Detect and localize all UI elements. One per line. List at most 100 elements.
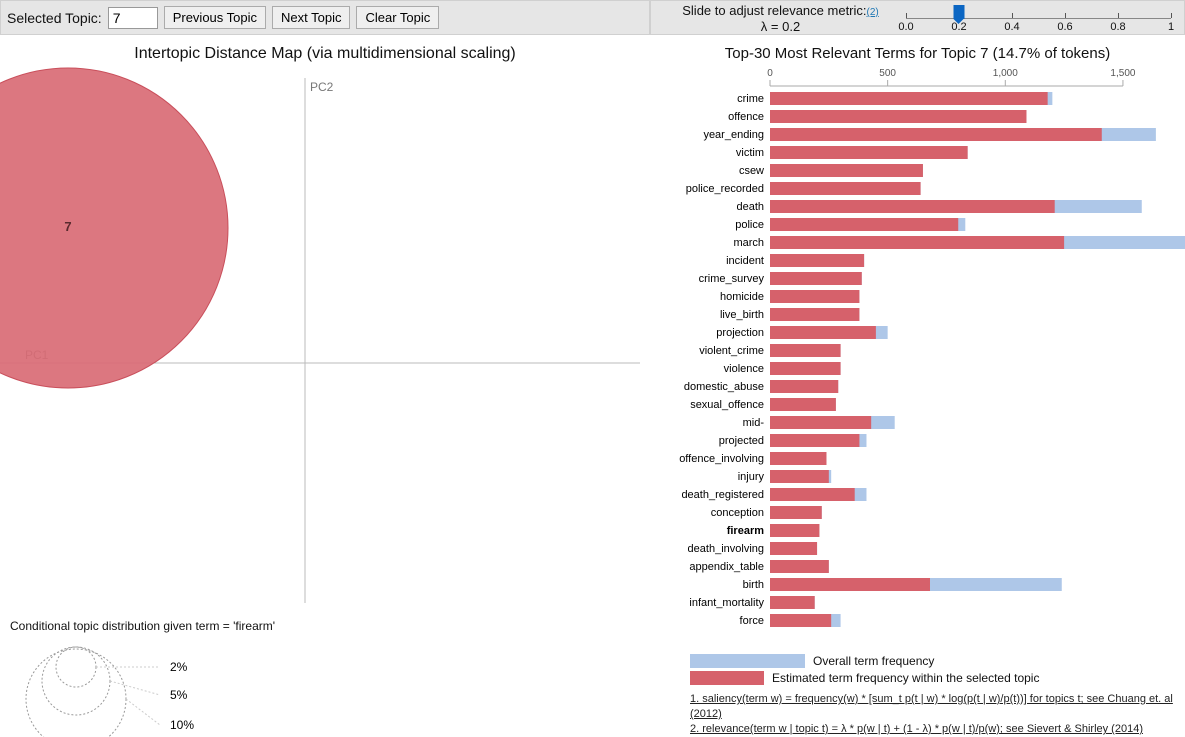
bar-within[interactable]: [770, 398, 836, 411]
intertopic-distance-map[interactable]: PC2 PC1 7: [0, 63, 650, 603]
bar-within[interactable]: [770, 596, 815, 609]
term-label[interactable]: infant_mortality: [689, 597, 764, 609]
term-label[interactable]: domestic_abuse: [684, 381, 764, 393]
term-label[interactable]: violent_crime: [699, 345, 764, 357]
term-label[interactable]: death: [736, 201, 764, 213]
guide-5pct: 5%: [170, 688, 188, 702]
bar-within[interactable]: [770, 308, 859, 321]
bar-within[interactable]: [770, 614, 831, 627]
bar-within[interactable]: [770, 92, 1048, 105]
slider-tick-label: 0.6: [1057, 21, 1072, 33]
slider-tick: [1065, 13, 1066, 18]
bar-within[interactable]: [770, 290, 859, 303]
bar-within[interactable]: [770, 434, 859, 447]
slider-tick: [1012, 13, 1013, 18]
term-label[interactable]: death_registered: [681, 489, 764, 501]
slider-footnote-ref[interactable]: (2): [867, 7, 879, 18]
term-label[interactable]: year_ending: [703, 129, 764, 141]
bar-within[interactable]: [770, 326, 876, 339]
term-label[interactable]: injury: [738, 471, 765, 483]
bar-within[interactable]: [770, 560, 829, 573]
terms-panel: Top-30 Most Relevant Terms for Topic 7 (…: [650, 35, 1185, 737]
slider-tick: [1118, 13, 1119, 18]
term-label[interactable]: live_birth: [720, 309, 764, 321]
clear-topic-button[interactable]: Clear Topic: [356, 6, 439, 29]
pc2-axis-label: PC2: [310, 80, 334, 94]
intertopic-title: Intertopic Distance Map (via multidimens…: [0, 45, 650, 63]
term-label[interactable]: sexual_offence: [690, 399, 764, 411]
term-label[interactable]: march: [733, 237, 764, 249]
term-label[interactable]: offence_involving: [679, 453, 764, 465]
bar-within[interactable]: [770, 416, 871, 429]
slider-thumb[interactable]: [954, 5, 965, 19]
term-label[interactable]: violence: [724, 363, 764, 375]
bar-within[interactable]: [770, 542, 817, 555]
term-label[interactable]: crime: [737, 93, 764, 105]
selected-topic-label: Selected Topic:: [7, 10, 102, 26]
svg-text:1,500: 1,500: [1110, 68, 1135, 79]
topic-circle[interactable]: [0, 68, 228, 388]
bar-within[interactable]: [770, 506, 822, 519]
bar-within[interactable]: [770, 524, 819, 537]
legend-label-overall: Overall term frequency: [813, 654, 934, 668]
intertopic-panel: Intertopic Distance Map (via multidimens…: [0, 35, 650, 737]
topic-controls: Selected Topic: Previous Topic Next Topi…: [0, 0, 650, 35]
bar-within[interactable]: [770, 146, 968, 159]
footnote-saliency[interactable]: 1. saliency(term w) = frequency(w) * [su…: [690, 692, 1185, 722]
term-label[interactable]: projected: [719, 435, 764, 447]
bar-within[interactable]: [770, 452, 826, 465]
bar-within[interactable]: [770, 344, 841, 357]
term-label[interactable]: birth: [743, 579, 764, 591]
term-label[interactable]: mid-: [743, 417, 765, 429]
term-label[interactable]: force: [740, 615, 764, 627]
term-label[interactable]: conception: [711, 507, 764, 519]
svg-text:1,000: 1,000: [993, 68, 1018, 79]
legend-swatch-within: [690, 671, 764, 685]
bar-within[interactable]: [770, 164, 923, 177]
lambda-slider[interactable]: 0.00.20.40.60.81: [906, 5, 1171, 33]
term-label[interactable]: police_recorded: [686, 183, 764, 195]
bar-within[interactable]: [770, 578, 930, 591]
svg-text:0: 0: [767, 68, 773, 79]
term-label[interactable]: crime_survey: [699, 273, 765, 285]
previous-topic-button[interactable]: Previous Topic: [164, 6, 266, 29]
bar-within[interactable]: [770, 488, 855, 501]
terms-bar-chart[interactable]: 0 500 1,000 1,500 crime offence year_endingvic…: [650, 62, 1185, 652]
bar-within[interactable]: [770, 200, 1055, 213]
footnote-relevance[interactable]: 2. relevance(term w | topic t) = λ * p(w…: [690, 722, 1185, 737]
svg-text:500: 500: [879, 68, 896, 79]
topic-circle-label: 7: [64, 219, 71, 234]
term-label[interactable]: police: [735, 219, 764, 231]
term-label[interactable]: csew: [739, 165, 764, 177]
next-topic-button[interactable]: Next Topic: [272, 6, 350, 29]
term-label[interactable]: offence: [728, 111, 764, 123]
term-label[interactable]: projection: [716, 327, 764, 339]
term-label[interactable]: death_involving: [688, 543, 764, 555]
terms-title: Top-30 Most Relevant Terms for Topic 7 (…: [650, 45, 1185, 62]
slider-tick-label: 0.8: [1110, 21, 1125, 33]
chart-footnotes: 1. saliency(term w) = frequency(w) * [su…: [690, 692, 1185, 737]
bar-within[interactable]: [770, 236, 1064, 249]
chart-legend: Overall term frequency Estimated term fr…: [690, 652, 1185, 686]
bar-within[interactable]: [770, 380, 838, 393]
bar-within[interactable]: [770, 272, 862, 285]
term-label[interactable]: incident: [726, 255, 764, 267]
term-label[interactable]: appendix_table: [689, 561, 764, 573]
term-label[interactable]: firearm: [727, 525, 765, 537]
bar-within[interactable]: [770, 470, 829, 483]
conditional-distribution-title: Conditional topic distribution given ter…: [10, 619, 275, 633]
bar-within[interactable]: [770, 128, 1102, 141]
bar-within[interactable]: [770, 254, 864, 267]
term-label[interactable]: homicide: [720, 291, 764, 303]
slider-tick-label: 0.0: [898, 21, 913, 33]
bar-within[interactable]: [770, 182, 921, 195]
bar-within[interactable]: [770, 362, 841, 375]
bar-within[interactable]: [770, 110, 1026, 123]
slider-label-line1: Slide to adjust relevance metric:: [682, 3, 866, 18]
guide-10pct: 10%: [170, 718, 194, 732]
term-label[interactable]: victim: [736, 147, 764, 159]
conditional-distribution-guide: Conditional topic distribution given ter…: [10, 619, 275, 737]
legend-swatch-overall: [690, 654, 805, 668]
selected-topic-input[interactable]: [108, 7, 158, 29]
bar-within[interactable]: [770, 218, 958, 231]
